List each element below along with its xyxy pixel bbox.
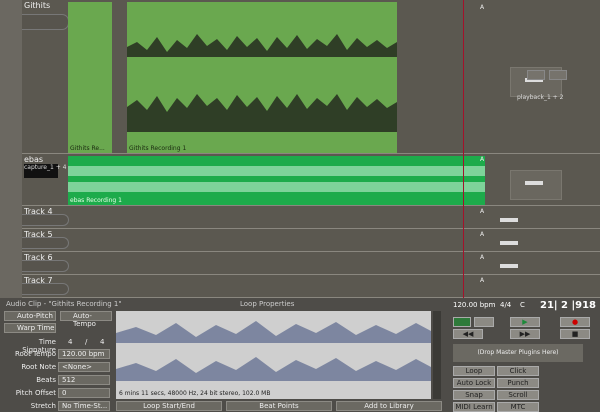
playhead[interactable] — [463, 0, 464, 298]
mtc-button[interactable]: MTC — [497, 402, 539, 412]
track-5[interactable]: Track 5 A — [22, 229, 600, 252]
label: Auto Lock — [456, 379, 492, 387]
clip-githits-part[interactable]: Githits Re... — [68, 2, 112, 153]
bottom-panel: Audio Clip - "Githits Recording 1" Loop … — [0, 298, 600, 412]
loop-waveform-view[interactable]: 6 mins 11 secs, 48000 Hz, 24 bit stereo,… — [116, 311, 431, 399]
label: Scroll — [508, 391, 528, 399]
auto-tempo-toggle[interactable]: Auto-Tempo — [60, 311, 112, 328]
click-button[interactable]: Click — [497, 366, 539, 376]
beats-field[interactable]: 512 — [58, 375, 110, 385]
track-7[interactable]: Track 7 A — [22, 275, 600, 298]
label: Add to Library — [364, 402, 414, 410]
track-6[interactable]: Track 6 A — [22, 252, 600, 275]
track-4[interactable]: Track 4 A — [22, 206, 600, 229]
volume-fader[interactable] — [500, 241, 518, 245]
punch-button[interactable]: Punch — [497, 378, 539, 388]
loop-properties-title: Loop Properties — [240, 300, 295, 308]
label: Punch — [507, 379, 529, 387]
scroll-button[interactable]: Scroll — [497, 390, 539, 400]
auto-lock-button[interactable]: Auto Lock — [453, 378, 495, 388]
clip-label: Githits Re... — [70, 145, 105, 152]
clip-githits-recording[interactable]: Githits Recording 1 — [127, 2, 397, 153]
fast-forward-icon[interactable]: ▶▶ — [510, 329, 540, 339]
record-arm-icon[interactable] — [474, 317, 494, 327]
label: (Drop Master Plugins Here) — [477, 349, 559, 356]
midi-learn-button[interactable]: MIDI Learn — [453, 402, 495, 412]
tempo-display[interactable]: 120.00 bpm — [453, 301, 495, 309]
master-plugins-drop[interactable]: (Drop Master Plugins Here) — [453, 344, 583, 362]
beat-points-button[interactable]: Beat Points — [226, 401, 332, 411]
automation-a-icon[interactable]: A — [480, 4, 484, 11]
mute-button[interactable] — [527, 70, 545, 80]
loop-toggle-icon[interactable] — [453, 317, 471, 327]
position-display[interactable]: 21| 2 |918 — [540, 300, 596, 311]
stretch-label: Stretch — [30, 402, 56, 410]
waveform-githits — [127, 34, 397, 132]
label: Snap — [465, 391, 483, 399]
clip-header: Audio Clip - "Githits Recording 1" — [6, 300, 122, 308]
timesig-display[interactable]: 4/4 — [500, 301, 511, 309]
label: Loop — [465, 367, 483, 375]
pitch-offset-label: Pitch Offset — [15, 389, 56, 397]
loop-side-panel[interactable] — [433, 311, 441, 399]
clip-ebas-recording[interactable]: ebas Recording 1 — [68, 156, 485, 205]
key-display[interactable]: C — [520, 301, 525, 309]
waveform-ebas — [68, 166, 485, 192]
solo-button[interactable] — [549, 70, 567, 80]
record-icon[interactable]: ● — [560, 317, 590, 327]
beats-label: Beats — [36, 376, 56, 384]
loop-start-end-button[interactable]: Loop Start/End — [116, 401, 222, 411]
label: Auto-Tempo — [73, 312, 96, 328]
label: Click — [509, 367, 527, 375]
track-header-grip[interactable] — [22, 214, 69, 226]
clip-label: ebas Recording 1 — [70, 197, 122, 204]
add-to-library-button[interactable]: Add to Library — [336, 401, 442, 411]
root-note-label: Root Note — [21, 363, 56, 371]
track-ebas[interactable]: ebas capture_1 + 4 ebas Recording 1 A — [22, 154, 600, 206]
output-label: playback_1 + 2 — [517, 94, 564, 101]
automation-a-icon[interactable]: A — [480, 277, 484, 284]
label: MTC — [510, 403, 526, 411]
warp-time-toggle[interactable]: Warp Time — [4, 323, 56, 333]
automation-a-icon[interactable]: A — [480, 208, 484, 215]
loop-button[interactable]: Loop — [453, 366, 495, 376]
clip-info: 6 mins 11 secs, 48000 Hz, 24 bit stereo,… — [119, 390, 271, 397]
track-header-grip[interactable] — [22, 237, 69, 249]
time-sig-den[interactable]: 4 — [100, 338, 104, 346]
track-mixer-strip[interactable] — [510, 170, 562, 200]
root-tempo-label: Root Tempo — [14, 350, 56, 358]
rewind-icon[interactable]: ◀◀ — [453, 329, 483, 339]
automation-a-icon[interactable]: A — [480, 231, 484, 238]
label: Beat Points — [259, 402, 299, 410]
automation-a-icon[interactable]: A — [480, 254, 484, 261]
track-name[interactable]: ebas — [24, 155, 43, 164]
track-header-grip[interactable] — [22, 260, 69, 272]
stop-icon[interactable]: ■ — [560, 329, 590, 339]
label: MIDI Learn — [455, 403, 493, 411]
time-sig-sep: / — [85, 338, 88, 346]
auto-pitch-toggle[interactable]: Auto-Pitch — [4, 311, 56, 321]
track-header-grip[interactable] — [22, 14, 69, 30]
snap-button[interactable]: Snap — [453, 390, 495, 400]
input-label: capture_1 + 4 — [24, 164, 67, 171]
stretch-select[interactable]: No Time-St... — [58, 401, 110, 411]
root-note-select[interactable]: <None> — [58, 362, 110, 372]
time-sig-num[interactable]: 4 — [68, 338, 72, 346]
label: Warp Time — [17, 324, 55, 332]
volume-fader[interactable] — [525, 181, 543, 185]
loop-waveform — [116, 321, 431, 381]
volume-fader[interactable] — [500, 264, 518, 268]
volume-fader[interactable] — [500, 218, 518, 222]
track-name[interactable]: Githits — [24, 1, 50, 10]
automation-a-icon[interactable]: A — [480, 156, 484, 163]
pitch-offset-field[interactable]: 0 — [58, 388, 110, 398]
label: Loop Start/End — [143, 402, 195, 410]
track-header-grip[interactable] — [22, 283, 69, 295]
play-icon[interactable]: ▶ — [510, 317, 540, 327]
label: Auto-Pitch — [17, 312, 53, 320]
clip-label: Githits Recording 1 — [129, 145, 187, 152]
root-tempo-field[interactable]: 120.00 bpm — [58, 349, 110, 359]
track-githits[interactable]: Githits Githits Re... Githits Recording … — [22, 0, 600, 154]
